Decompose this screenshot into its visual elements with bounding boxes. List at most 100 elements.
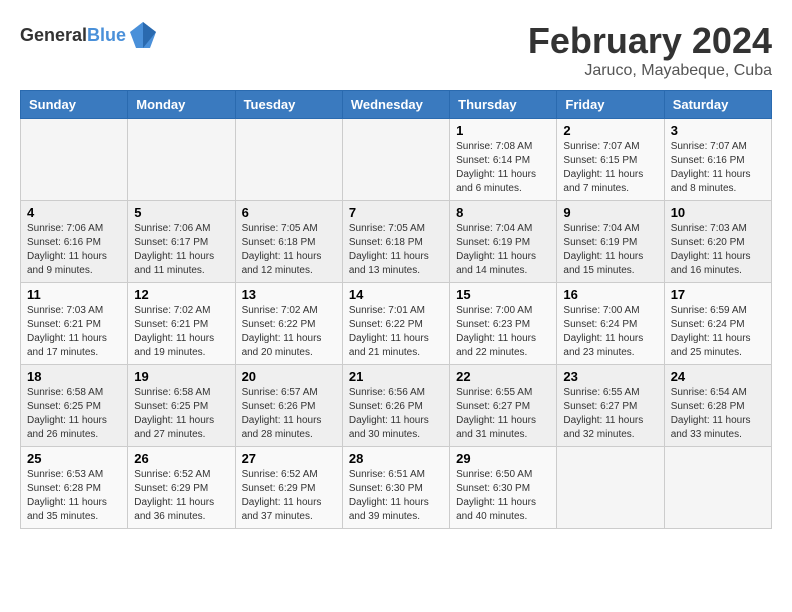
table-row: 27Sunrise: 6:52 AM Sunset: 6:29 PM Dayli… (235, 447, 342, 529)
table-row (21, 119, 128, 201)
logo: GeneralBlue (20, 20, 158, 50)
day-info: Sunrise: 6:52 AM Sunset: 6:29 PM Dayligh… (242, 468, 336, 524)
table-row: 14 Sunrise: 7:01 AM Sunset: 6:22 PM Dayli… (342, 283, 449, 365)
day-number: 11 (27, 287, 121, 302)
day-number: 9 (563, 205, 657, 220)
table-row (128, 119, 235, 201)
logo-icon (128, 20, 158, 50)
calendar-week-row: 25Sunrise: 6:53 AM Sunset: 6:28 PM Dayli… (21, 447, 772, 529)
day-number: 19 (134, 369, 228, 384)
day-info: Sunrise: 7:04 AM Sunset: 6:19 PM Dayligh… (563, 222, 657, 278)
table-row: 25Sunrise: 6:53 AM Sunset: 6:28 PM Dayli… (21, 447, 128, 529)
day-info: Sunrise: 7:03 AM Sunset: 6:21 PM Dayligh… (27, 304, 121, 360)
table-row: 24 Sunrise: 6:54 AM Sunset: 6:28 PM Dayli… (664, 365, 771, 447)
table-row: 23 Sunrise: 6:55 AM Sunset: 6:27 PM Dayli… (557, 365, 664, 447)
day-info: Sunrise: 7:00 AM Sunset: 6:23 PM Dayligh… (456, 304, 550, 360)
day-info: Sunrise: 7:07 AM Sunset: 6:16 PM Dayligh… (671, 140, 765, 196)
day-number: 13 (242, 287, 336, 302)
table-row: 16 Sunrise: 7:00 AM Sunset: 6:24 PM Dayli… (557, 283, 664, 365)
col-tuesday: Tuesday (235, 91, 342, 119)
day-info: Sunrise: 6:55 AM Sunset: 6:27 PM Dayligh… (563, 386, 657, 442)
table-row: 11 Sunrise: 7:03 AM Sunset: 6:21 PM Dayli… (21, 283, 128, 365)
day-number: 22 (456, 369, 550, 384)
day-info: Sunrise: 6:59 AM Sunset: 6:24 PM Dayligh… (671, 304, 765, 360)
location: Jaruco, Mayabeque, Cuba (528, 62, 772, 80)
day-info: Sunrise: 6:55 AM Sunset: 6:27 PM Dayligh… (456, 386, 550, 442)
table-row: 26Sunrise: 6:52 AM Sunset: 6:29 PM Dayli… (128, 447, 235, 529)
calendar-table: Sunday Monday Tuesday Wednesday Thursday… (20, 90, 772, 529)
day-info: Sunrise: 7:06 AM Sunset: 6:16 PM Dayligh… (27, 222, 121, 278)
day-number: 14 (349, 287, 443, 302)
day-number: 16 (563, 287, 657, 302)
day-info: Sunrise: 7:08 AM Sunset: 6:14 PM Dayligh… (456, 140, 550, 196)
table-row: 6 Sunrise: 7:05 AM Sunset: 6:18 PM Daylig… (235, 201, 342, 283)
table-row: 12Sunrise: 7:02 AM Sunset: 6:21 PM Dayli… (128, 283, 235, 365)
table-row: 18Sunrise: 6:58 AM Sunset: 6:25 PM Dayli… (21, 365, 128, 447)
logo-blue: Blue (87, 25, 126, 45)
day-info: Sunrise: 6:56 AM Sunset: 6:26 PM Dayligh… (349, 386, 443, 442)
table-row (342, 119, 449, 201)
day-number: 6 (242, 205, 336, 220)
day-info: Sunrise: 7:00 AM Sunset: 6:24 PM Dayligh… (563, 304, 657, 360)
col-thursday: Thursday (450, 91, 557, 119)
col-friday: Friday (557, 91, 664, 119)
calendar-week-row: 11 Sunrise: 7:03 AM Sunset: 6:21 PM Dayli… (21, 283, 772, 365)
day-number: 10 (671, 205, 765, 220)
day-number: 25 (27, 451, 121, 466)
table-row: 8Sunrise: 7:04 AM Sunset: 6:19 PM Daylig… (450, 201, 557, 283)
day-number: 1 (456, 123, 550, 138)
day-number: 17 (671, 287, 765, 302)
day-info: Sunrise: 7:02 AM Sunset: 6:22 PM Dayligh… (242, 304, 336, 360)
table-row: 5Sunrise: 7:06 AM Sunset: 6:17 PM Daylig… (128, 201, 235, 283)
calendar-week-row: 1 Sunrise: 7:08 AM Sunset: 6:14 PM Daylig… (21, 119, 772, 201)
day-number: 29 (456, 451, 550, 466)
table-row: 3 Sunrise: 7:07 AM Sunset: 6:16 PM Daylig… (664, 119, 771, 201)
col-saturday: Saturday (664, 91, 771, 119)
table-row (235, 119, 342, 201)
day-info: Sunrise: 7:01 AM Sunset: 6:22 PM Dayligh… (349, 304, 443, 360)
table-row: 10Sunrise: 7:03 AM Sunset: 6:20 PM Dayli… (664, 201, 771, 283)
day-number: 24 (671, 369, 765, 384)
day-number: 2 (563, 123, 657, 138)
table-row: 29 Sunrise: 6:50 AM Sunset: 6:30 PM Dayli… (450, 447, 557, 529)
day-info: Sunrise: 6:52 AM Sunset: 6:29 PM Dayligh… (134, 468, 228, 524)
day-info: Sunrise: 6:58 AM Sunset: 6:25 PM Dayligh… (134, 386, 228, 442)
day-info: Sunrise: 6:51 AM Sunset: 6:30 PM Dayligh… (349, 468, 443, 524)
table-row: 20 Sunrise: 6:57 AM Sunset: 6:26 PM Dayli… (235, 365, 342, 447)
day-number: 23 (563, 369, 657, 384)
day-info: Sunrise: 7:05 AM Sunset: 6:18 PM Dayligh… (242, 222, 336, 278)
table-row: 9 Sunrise: 7:04 AM Sunset: 6:19 PM Daylig… (557, 201, 664, 283)
title-block: February 2024 Jaruco, Mayabeque, Cuba (528, 20, 772, 80)
table-row: 15 Sunrise: 7:00 AM Sunset: 6:23 PM Dayli… (450, 283, 557, 365)
day-info: Sunrise: 7:04 AM Sunset: 6:19 PM Dayligh… (456, 222, 550, 278)
table-row: 13 Sunrise: 7:02 AM Sunset: 6:22 PM Dayli… (235, 283, 342, 365)
table-row: 21 Sunrise: 6:56 AM Sunset: 6:26 PM Dayli… (342, 365, 449, 447)
day-number: 21 (349, 369, 443, 384)
page-header: GeneralBlue February 2024 Jaruco, Mayabe… (20, 20, 772, 80)
col-sunday: Sunday (21, 91, 128, 119)
table-row: 2 Sunrise: 7:07 AM Sunset: 6:15 PM Daylig… (557, 119, 664, 201)
day-info: Sunrise: 7:02 AM Sunset: 6:21 PM Dayligh… (134, 304, 228, 360)
calendar-header-row: Sunday Monday Tuesday Wednesday Thursday… (21, 91, 772, 119)
col-wednesday: Wednesday (342, 91, 449, 119)
table-row: 7Sunrise: 7:05 AM Sunset: 6:18 PM Daylig… (342, 201, 449, 283)
day-info: Sunrise: 6:57 AM Sunset: 6:26 PM Dayligh… (242, 386, 336, 442)
table-row: 19 Sunrise: 6:58 AM Sunset: 6:25 PM Dayli… (128, 365, 235, 447)
calendar-week-row: 18Sunrise: 6:58 AM Sunset: 6:25 PM Dayli… (21, 365, 772, 447)
table-row (664, 447, 771, 529)
day-number: 3 (671, 123, 765, 138)
table-row (557, 447, 664, 529)
calendar-week-row: 4Sunrise: 7:06 AM Sunset: 6:16 PM Daylig… (21, 201, 772, 283)
day-info: Sunrise: 7:07 AM Sunset: 6:15 PM Dayligh… (563, 140, 657, 196)
logo-general: General (20, 25, 87, 45)
col-monday: Monday (128, 91, 235, 119)
table-row: 22 Sunrise: 6:55 AM Sunset: 6:27 PM Dayli… (450, 365, 557, 447)
table-row: 17 Sunrise: 6:59 AM Sunset: 6:24 PM Dayli… (664, 283, 771, 365)
day-info: Sunrise: 6:58 AM Sunset: 6:25 PM Dayligh… (27, 386, 121, 442)
day-info: Sunrise: 6:54 AM Sunset: 6:28 PM Dayligh… (671, 386, 765, 442)
day-number: 15 (456, 287, 550, 302)
day-info: Sunrise: 6:50 AM Sunset: 6:30 PM Dayligh… (456, 468, 550, 524)
month-year: February 2024 (528, 20, 772, 62)
table-row: 4Sunrise: 7:06 AM Sunset: 6:16 PM Daylig… (21, 201, 128, 283)
day-number: 20 (242, 369, 336, 384)
